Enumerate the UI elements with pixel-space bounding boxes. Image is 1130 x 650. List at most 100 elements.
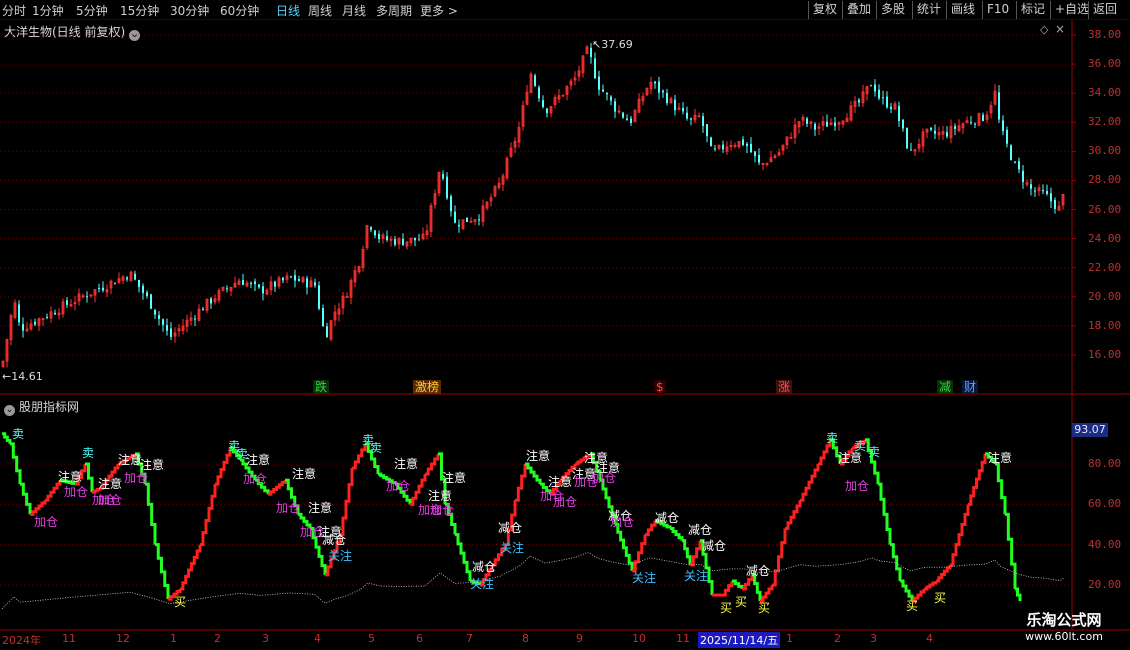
price-tick-label: 28.00 [1088,173,1122,187]
candle-body [478,219,480,221]
date-label: 3 [870,632,877,645]
candle-body [158,315,160,319]
candle-body [34,321,36,325]
date-label: 3 [262,632,269,645]
candle-body [826,121,828,127]
indicator-segment [145,482,157,545]
candle-body [194,318,196,320]
price-tick-label: 20.00 [1088,289,1122,303]
candle-body [686,112,688,119]
candle-body [1042,190,1044,192]
signal-watch: 关注 [500,541,525,555]
candle-body [954,126,956,130]
event-hot-list[interactable]: 激榜 [413,380,442,394]
signal-attention: 注意 [596,461,621,475]
candle-body [306,278,308,288]
candle-body [458,224,460,227]
signal-add: 加仓 [98,493,123,507]
candle-body [622,112,624,118]
event-rise[interactable]: 涨 [776,380,793,394]
candle-body [442,174,444,179]
event-reduce[interactable]: 减 [937,380,954,394]
candle-body [742,139,744,145]
candle-body [706,124,708,137]
candle-body [322,308,324,327]
candle-body [658,81,660,93]
signal-attention: 注意 [548,475,573,489]
indicator-title-bar: ⌄ 股朋指标网 [4,398,79,416]
candle-body [654,81,656,84]
candle-body [934,130,936,134]
signal-add: 加仓 [610,515,635,529]
indicator-segment [645,520,657,537]
candle-body [1018,161,1020,170]
signal-attention: 注意 [442,471,467,485]
candle-body [314,282,316,286]
candle-body [242,280,244,285]
date-label: 8 [522,632,529,645]
indicator-tick-label: 80.00 [1088,457,1122,470]
candle-body [834,122,836,127]
candle-body [254,281,256,285]
candle-body [746,143,748,146]
candle-body [754,151,756,157]
candle-body [974,123,976,125]
candle-body [874,84,876,92]
candle-body [294,275,296,281]
candle-body [1050,193,1052,202]
candle-body [54,312,56,315]
candle-body [906,127,908,149]
indicator-segment [890,543,902,581]
candle-body [858,99,860,103]
signal-reduce: 减仓 [746,564,771,578]
date-label: 2 [834,632,841,645]
watermark-url: www.60lt.com [1025,630,1103,643]
event-fall[interactable]: 跌 [313,380,330,394]
candle-body [750,143,752,153]
indicator-segment [772,528,787,587]
indicator-segment [525,462,542,485]
candle-body [710,137,712,147]
candle-body [134,273,136,280]
candle-body [166,325,168,331]
candle-body [250,283,252,285]
indicator-segment [425,453,440,476]
date-label: 1 [786,632,793,645]
event-finance[interactable]: 财 [962,380,979,394]
indicator-segment [760,585,774,603]
indicator-segment [155,543,170,600]
candle-body [378,233,380,240]
signal-reduce: 减仓 [498,521,523,535]
indicator-title: 股朋指标网 [19,400,80,414]
price-tick-label: 16.00 [1088,348,1122,361]
candle-body [1030,184,1032,189]
signal-add: 加仓 [276,501,301,515]
candle-body [602,89,604,92]
candle-body [722,144,724,150]
candle-body [414,237,416,241]
indicator-tick-label: 60.00 [1088,497,1122,511]
candle-body [170,328,172,338]
indicator-segment [2,432,12,444]
signal-buy: 买 [174,595,187,609]
signal-attention: 注意 [838,451,863,465]
indicator-segment [200,484,217,547]
candle-body [902,119,904,129]
indicator-segment [180,544,202,591]
event-dollar[interactable]: $ [654,380,666,394]
indicator-segment [632,534,647,573]
chevron-down-icon[interactable]: ⌄ [4,405,15,416]
signal-add: 加仓 [845,479,870,493]
indicator-segment [968,453,987,506]
date-label: 11 [676,632,690,645]
candle-body [446,176,448,199]
watermark-name: 乐淘公式网 [1026,611,1102,629]
indicator-tick-label: 20.00 [1088,578,1122,591]
signal-sell: 卖 [854,439,867,453]
candle-body [262,286,264,294]
watermark: 乐淘公式网 www.60lt.com [1002,610,1126,646]
date-label: 5 [368,632,375,645]
signal-buy: 买 [758,601,771,615]
indicator-segment [752,573,762,602]
indicator-segment [215,447,232,486]
